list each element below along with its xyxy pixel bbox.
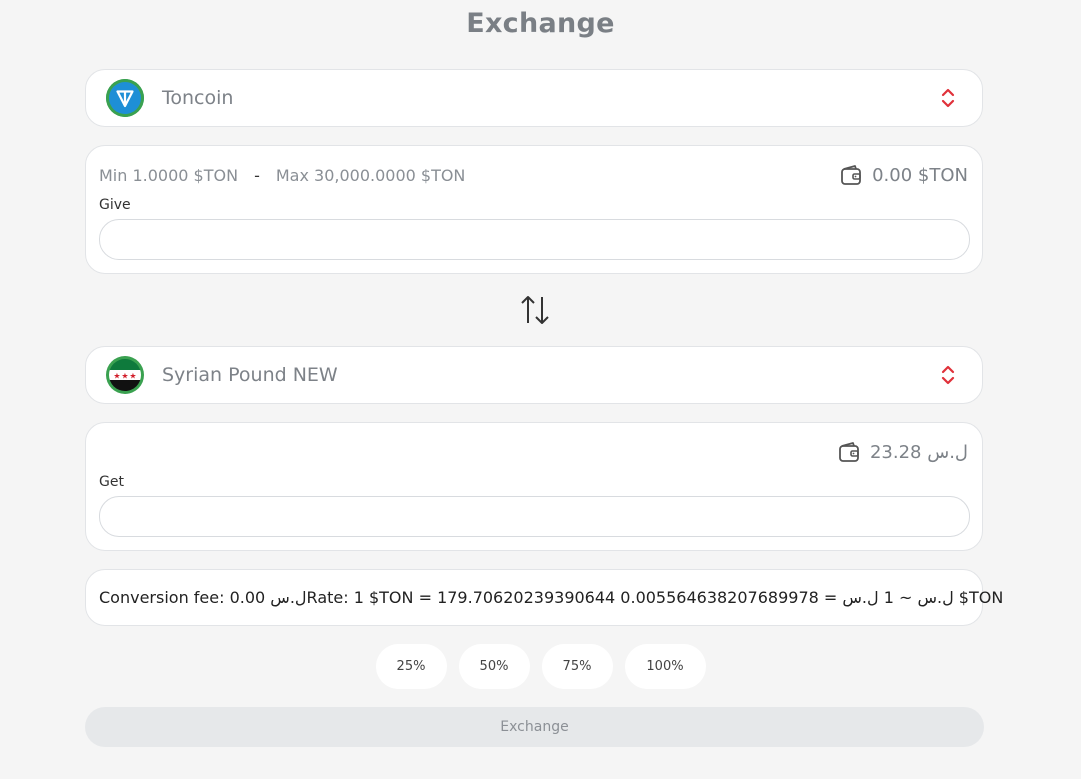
give-input[interactable]: [99, 219, 970, 260]
syrian-flag-icon: ★ ★ ★: [106, 356, 144, 394]
limit-separator: -: [254, 166, 260, 185]
max-limit: Max 30,000.0000 $TON: [275, 166, 466, 185]
to-currency-name: Syrian Pound NEW: [162, 364, 338, 386]
svg-text:★: ★: [129, 372, 136, 381]
to-balance-value: 23.28 ل.س: [869, 441, 968, 463]
give-limits: Min 1.0000 $TON - Max 30,000.0000 $TON: [99, 166, 465, 185]
from-currency-selector[interactable]: Toncoin: [85, 69, 983, 127]
svg-text:★: ★: [113, 372, 120, 381]
rate-info-card: Conversion fee: 0.00 ل.س Rate: 1 $TON = …: [85, 569, 1003, 626]
percent-25-button[interactable]: 25%: [375, 644, 447, 689]
get-label: Get: [99, 474, 124, 490]
percent-50-button[interactable]: 50%: [458, 644, 530, 689]
svg-text:★: ★: [121, 372, 128, 381]
chevron-updown-icon: [941, 365, 955, 385]
from-balance-value: 0.00 $TON: [872, 164, 968, 186]
exchange-rate: Rate: 1 $TON = 179.70620239390644 ل.س ~ …: [306, 588, 1004, 607]
give-label: Give: [99, 197, 131, 213]
percent-75-button[interactable]: 75%: [541, 644, 613, 689]
exchange-page: Exchange Toncoin Min 1.0000 $TON - Max 3…: [0, 0, 1081, 779]
percent-buttons: 25% 50% 75% 100%: [0, 644, 1081, 689]
to-balance: 23.28 ل.س: [838, 441, 968, 463]
wallet-icon: [841, 165, 862, 185]
from-balance: 0.00 $TON: [840, 164, 968, 186]
min-limit: Min 1.0000 $TON: [99, 166, 239, 185]
to-currency-selector[interactable]: ★ ★ ★ Syrian Pound NEW: [85, 346, 983, 404]
swap-arrows-icon[interactable]: [520, 292, 550, 328]
get-amount-card: 23.28 ل.س Get: [85, 422, 983, 551]
percent-100-button[interactable]: 100%: [624, 644, 706, 689]
page-title: Exchange: [466, 8, 615, 39]
chevron-updown-icon: [941, 88, 955, 108]
give-amount-card: Min 1.0000 $TON - Max 30,000.0000 $TON 0…: [85, 145, 983, 274]
toncoin-icon: [106, 79, 144, 117]
from-currency-name: Toncoin: [162, 87, 234, 109]
exchange-button[interactable]: Exchange: [85, 707, 984, 747]
wallet-icon: [839, 442, 859, 462]
conversion-fee: Conversion fee: 0.00 ل.س: [99, 588, 307, 607]
get-input[interactable]: [99, 496, 970, 537]
